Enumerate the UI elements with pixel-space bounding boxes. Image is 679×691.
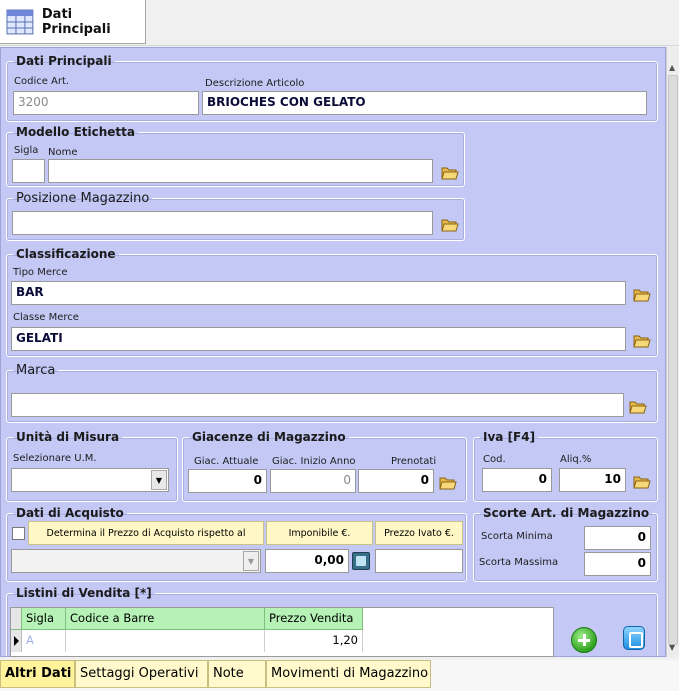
current-row-indicator-icon — [11, 630, 22, 652]
tab-settaggi-operativi[interactable]: Settaggi Operativi — [75, 660, 208, 688]
open-folder-icon[interactable] — [441, 215, 459, 233]
group-title: Scorte Art. di Magazzino — [483, 506, 650, 520]
etichetta-sigla-field[interactable] — [12, 159, 45, 183]
tab-dati-principali[interactable]: Dati Principali — [0, 0, 146, 44]
top-tab-bar: Dati Principali — [0, 0, 679, 46]
group-title: Listini di Vendita [*] — [16, 586, 152, 600]
group-title: Dati Principali — [16, 54, 112, 68]
group-title: Classificazione — [16, 247, 116, 261]
descrizione-articolo-field[interactable]: BRIOCHES CON GELATO — [202, 91, 647, 115]
giac-attuale-label: Giac. Attuale — [194, 456, 259, 467]
group-title: Giacenze di Magazzino — [192, 430, 346, 444]
marca-field[interactable] — [11, 393, 624, 417]
dropdown-arrow-icon[interactable]: ▼ — [243, 551, 259, 571]
group-title: Unità di Misura — [16, 430, 120, 444]
grid-corner — [11, 608, 22, 630]
tab-label: Dati Principali — [41, 6, 111, 37]
bottom-tab-bar: Altri Dati Settaggi Operativi Note Movim… — [0, 660, 679, 691]
determina-prezzo-label: Determina il Prezzo di Acquisto rispetto… — [28, 521, 264, 545]
unita-misura-select[interactable]: ▼ — [11, 468, 169, 492]
selezionare-um-label: Selezionare U.M. — [13, 453, 97, 464]
nome-label: Nome — [48, 147, 78, 158]
main-form-panel: Dati Principali Codice Art. 3200 Descriz… — [0, 47, 666, 657]
scorta-massima-field[interactable]: 0 — [584, 552, 651, 576]
scroll-up-icon[interactable]: ▲ — [669, 63, 675, 72]
tipo-merce-label: Tipo Merce — [13, 267, 68, 278]
table-row-sigla[interactable]: A — [22, 630, 66, 652]
scorta-minima-label: Scorta Minima — [481, 531, 553, 542]
etichetta-nome-field[interactable] — [48, 159, 433, 183]
tipo-merce-field[interactable]: BAR — [11, 281, 626, 305]
codice-label: Codice Art. — [14, 76, 70, 87]
listini-grid[interactable]: Sigla Codice a Barre Prezzo Vendita A 1,… — [10, 607, 554, 657]
scroll-down-icon[interactable]: ▼ — [669, 643, 675, 652]
table-grid-icon — [6, 9, 34, 34]
classe-merce-field[interactable]: GELATI — [11, 327, 626, 351]
open-folder-icon[interactable] — [439, 473, 457, 491]
descrizione-label: Descrizione Articolo — [205, 78, 305, 89]
table-row-codice[interactable] — [66, 630, 265, 652]
column-header-codice-barre[interactable]: Codice a Barre — [66, 608, 265, 630]
imponibile-header: Imponibile €. — [266, 521, 373, 545]
edit-row-button[interactable] — [623, 626, 645, 650]
column-header-prezzo-vendita[interactable]: Prezzo Vendita — [265, 608, 363, 630]
iva-aliq-field[interactable]: 10 — [559, 468, 626, 492]
giac-inizio-label: Giac. Inizio Anno — [272, 456, 356, 467]
prenotati-label: Prenotati — [391, 456, 437, 467]
open-folder-icon[interactable] — [441, 163, 459, 181]
calculator-icon[interactable] — [352, 552, 370, 570]
classe-merce-label: Classe Merce — [13, 312, 79, 323]
posizione-magazzino-field[interactable] — [12, 211, 433, 235]
group-title: Marca — [16, 363, 56, 378]
determina-prezzo-checkbox[interactable] — [12, 527, 25, 540]
scorta-massima-label: Scorta Massima — [479, 557, 559, 568]
codice-art-field[interactable]: 3200 — [13, 91, 199, 115]
prezzo-base-select[interactable]: ▼ — [11, 549, 261, 573]
group-title: Iva [F4] — [483, 430, 536, 444]
prenotati-field[interactable]: 0 — [358, 469, 434, 493]
tab-altri-dati[interactable]: Altri Dati — [0, 660, 75, 688]
giac-inizio-field[interactable]: 0 — [270, 469, 356, 493]
giac-attuale-field[interactable]: 0 — [188, 469, 267, 493]
tab-note[interactable]: Note — [208, 660, 266, 688]
group-title: Posizione Magazzino — [16, 191, 150, 206]
iva-cod-label: Cod. — [483, 454, 506, 465]
add-row-button[interactable] — [571, 627, 597, 653]
imponibile-field[interactable]: 0,00 — [265, 549, 349, 573]
table-row-prezzo[interactable]: 1,20 — [265, 630, 363, 652]
prezzo-ivato-field[interactable] — [375, 549, 463, 573]
group-title: Dati di Acquisto — [16, 506, 124, 520]
tab-movimenti-magazzino[interactable]: Movimenti di Magazzino — [266, 660, 431, 688]
scorta-minima-field[interactable]: 0 — [584, 526, 651, 550]
open-folder-icon[interactable] — [633, 472, 651, 490]
scrollbar-thumb[interactable] — [668, 75, 678, 645]
open-folder-icon[interactable] — [633, 285, 651, 303]
vertical-scrollbar[interactable]: ▲ ▼ — [666, 47, 679, 657]
column-header-sigla[interactable]: Sigla — [22, 608, 66, 630]
iva-aliq-label: Aliq.% — [560, 454, 592, 465]
dropdown-arrow-icon[interactable]: ▼ — [151, 470, 167, 490]
sigla-label: Sigla — [14, 145, 39, 156]
prezzo-ivato-header: Prezzo Ivato €. — [375, 521, 463, 545]
iva-cod-field[interactable]: 0 — [482, 468, 552, 492]
open-folder-icon[interactable] — [633, 331, 651, 349]
open-folder-icon[interactable] — [629, 397, 647, 415]
group-title: Modello Etichetta — [16, 125, 135, 139]
